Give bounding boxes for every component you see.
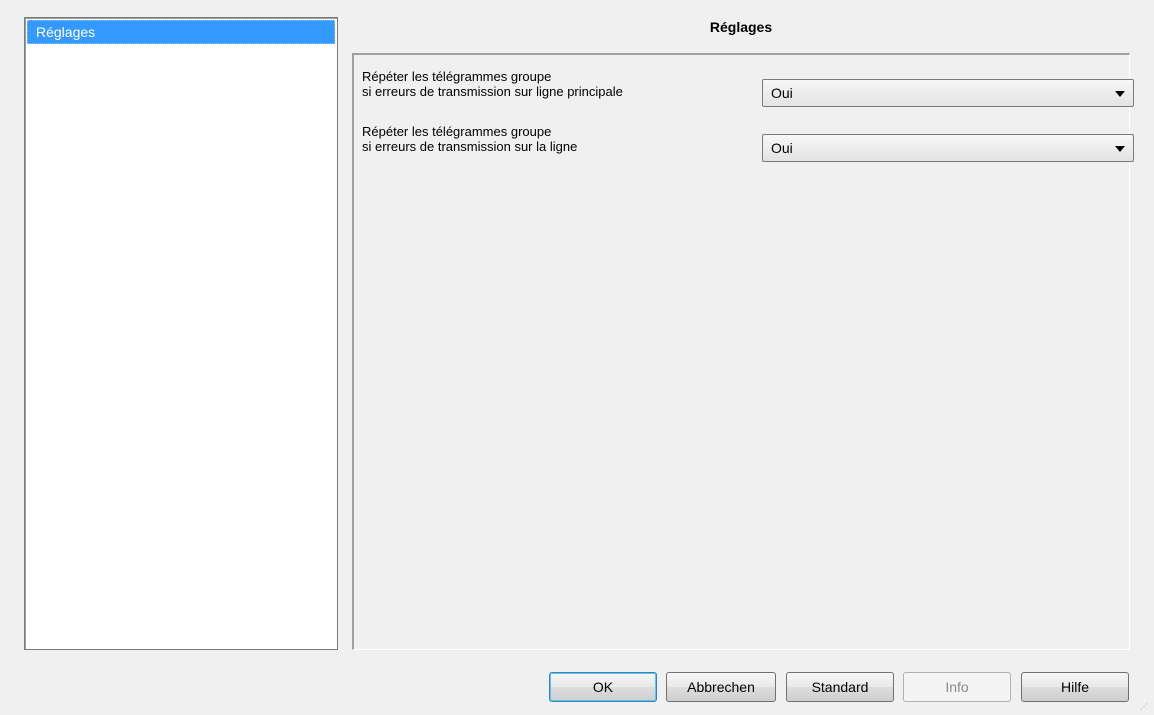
- setting-label-line: Répéter les télégrammes groupe si erreur…: [362, 124, 578, 154]
- info-button: Info: [903, 672, 1011, 702]
- tree-item-reglages[interactable]: Réglages: [27, 20, 335, 44]
- chevron-down-icon[interactable]: [1115, 91, 1125, 97]
- repeat-main-line-select[interactable]: Oui: [762, 79, 1134, 107]
- resize-grip-icon[interactable]: ⋰: [1140, 703, 1148, 711]
- repeat-line-select[interactable]: Oui: [762, 134, 1134, 162]
- ok-button[interactable]: OK: [549, 672, 657, 702]
- navigation-tree[interactable]: Réglages: [24, 17, 338, 650]
- setting-row-main-line: Répéter les télégrammes groupe si erreur…: [362, 69, 1134, 109]
- help-button[interactable]: Hilfe: [1021, 672, 1129, 702]
- cancel-button[interactable]: Abbrechen: [666, 672, 776, 702]
- settings-panel: Répéter les télégrammes groupe si erreur…: [352, 53, 1134, 650]
- select-value: Oui: [771, 140, 793, 156]
- setting-row-line: Répéter les télégrammes groupe si erreur…: [362, 124, 1134, 164]
- setting-label-main-line: Répéter les télégrammes groupe si erreur…: [362, 69, 623, 99]
- standard-button[interactable]: Standard: [786, 672, 894, 702]
- chevron-down-icon[interactable]: [1115, 146, 1125, 152]
- select-value: Oui: [771, 85, 793, 101]
- page-title: Réglages: [709, 19, 773, 35]
